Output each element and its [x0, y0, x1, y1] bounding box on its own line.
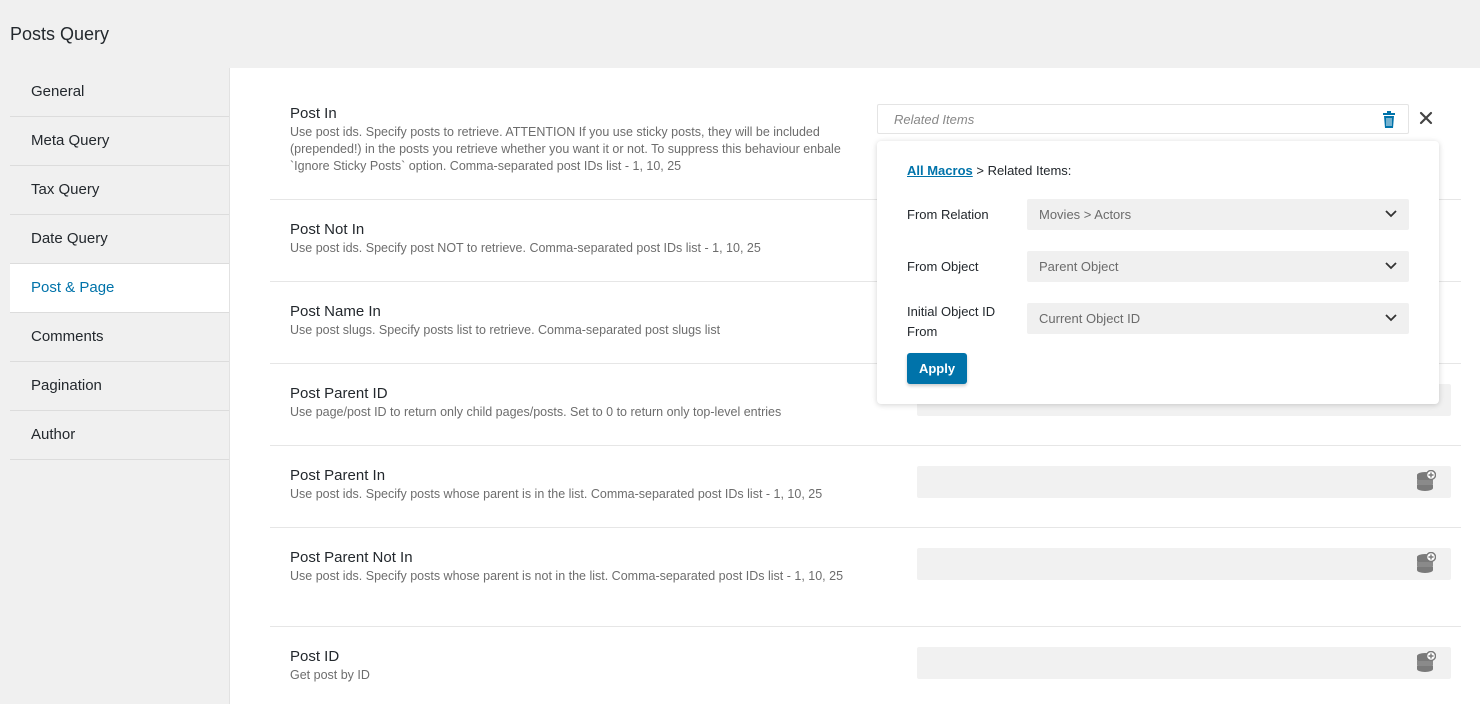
field-row-post-parent-not-in: Post Parent Not In Use post ids. Specify… [270, 527, 1461, 627]
from-object-label: From Object [907, 259, 979, 274]
breadcrumb-current: > Related Items: [972, 163, 1072, 178]
apply-button[interactable]: Apply [907, 353, 967, 384]
field-description: Use post ids. Specify posts to retrieve.… [290, 125, 841, 173]
post-parent-not-in-input[interactable] [917, 548, 1451, 580]
all-macros-link[interactable]: All Macros [907, 163, 973, 178]
database-add-icon[interactable] [1416, 470, 1436, 492]
sidebar-item-date-query[interactable]: Date Query [10, 215, 229, 264]
field-description: Use post slugs. Specify posts list to re… [290, 323, 721, 337]
initial-object-value: Current Object ID [1039, 311, 1141, 326]
field-row-post-parent-in: Post Parent In Use post ids. Specify pos… [270, 445, 1461, 528]
from-object-select[interactable]: Parent Object [1027, 251, 1409, 282]
field-label: Post Parent ID [290, 385, 388, 402]
from-object-value: Parent Object [1039, 259, 1119, 274]
database-add-icon[interactable] [1416, 651, 1436, 673]
field-description: Get post by ID [290, 668, 370, 682]
initial-object-label: Initial Object ID From [907, 304, 996, 339]
sidebar-item-tax-query[interactable]: Tax Query [10, 166, 229, 215]
sidebar-item-author[interactable]: Author [10, 411, 229, 460]
from-relation-value: Movies > Actors [1039, 207, 1132, 222]
sidebar-item-meta-query[interactable]: Meta Query [10, 117, 229, 166]
trash-icon[interactable] [1382, 111, 1396, 128]
sidebar: General Meta Query Tax Query Date Query … [10, 68, 230, 704]
field-label: Post Not In [290, 221, 365, 238]
main-panel: Post In Use post ids. Specify posts to r… [230, 68, 1480, 704]
related-items-input[interactable]: Related Items [877, 104, 1409, 134]
sidebar-item-post-page[interactable]: Post & Page [10, 264, 229, 313]
post-parent-in-input[interactable] [917, 466, 1451, 498]
initial-object-select[interactable]: Current Object ID [1027, 303, 1409, 334]
chevron-down-icon [1385, 314, 1397, 322]
field-label: Post In [290, 105, 337, 122]
from-relation-select[interactable]: Movies > Actors [1027, 199, 1409, 230]
field-label: Post Parent Not In [290, 549, 413, 566]
sidebar-item-pagination[interactable]: Pagination [10, 362, 229, 411]
field-label: Post ID [290, 648, 340, 665]
post-id-input[interactable] [917, 647, 1451, 679]
related-items-placeholder: Related Items [894, 112, 975, 127]
field-label: Post Parent In [290, 467, 386, 484]
macros-popup: All Macros > Related Items: From Relatio… [877, 141, 1439, 404]
field-label: Post Name In [290, 303, 381, 320]
field-row-post-id: Post ID Get post by ID [270, 626, 1461, 704]
sidebar-item-comments[interactable]: Comments [10, 313, 229, 362]
field-description: Use post ids. Specify posts whose parent… [290, 569, 844, 583]
macros-breadcrumb: All Macros > Related Items: [907, 163, 1071, 178]
field-description: Use post ids. Specify post NOT to retrie… [290, 241, 761, 255]
from-relation-label: From Relation [907, 207, 989, 222]
chevron-down-icon [1385, 210, 1397, 218]
database-add-icon[interactable] [1416, 552, 1436, 574]
close-icon[interactable] [1419, 111, 1433, 125]
chevron-down-icon [1385, 262, 1397, 270]
field-description: Use page/post ID to return only child pa… [290, 405, 782, 419]
page-title: Posts Query [10, 24, 110, 44]
sidebar-item-general[interactable]: General [10, 68, 229, 117]
field-description: Use post ids. Specify posts whose parent… [290, 487, 823, 501]
